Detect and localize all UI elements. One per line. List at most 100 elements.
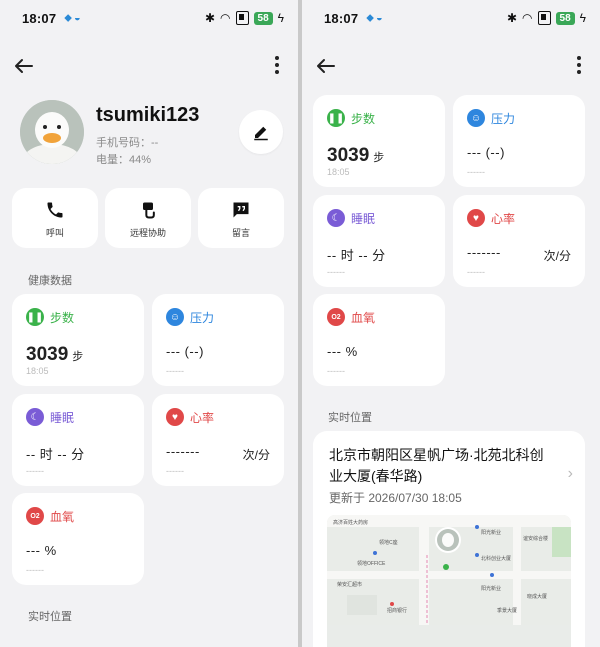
- steps-tile[interactable]: ❚❚ 步数 3039 步 18:05: [12, 294, 144, 386]
- heart-title: 心率: [190, 410, 215, 425]
- heart-sub: ------: [166, 466, 184, 476]
- stress-icon: ☺: [166, 308, 184, 326]
- map-poi: 高济百姓大药房: [333, 520, 369, 526]
- heart-rate-tile[interactable]: ♥ 心率 ------- 次/分 ------: [152, 394, 284, 486]
- spo2-tile[interactable]: O2 血氧 --- % ------: [12, 493, 144, 585]
- map-poi: 季景大厦: [497, 608, 518, 614]
- avatar[interactable]: [20, 100, 84, 164]
- charging-icon: ϟ: [579, 11, 586, 25]
- back-arrow-icon[interactable]: [314, 54, 338, 78]
- sleep-title: 睡眠: [50, 410, 75, 425]
- spo2-sub: ------: [26, 565, 44, 575]
- spo2-sub: ------: [327, 366, 345, 376]
- chevron-right-icon: ›: [567, 465, 573, 482]
- stress-tile[interactable]: ☺ 压力 --- (--) ------: [152, 294, 284, 386]
- stress-value: --- (--): [166, 344, 204, 359]
- more-options-icon[interactable]: [274, 56, 280, 78]
- spo2-tile[interactable]: O2 血氧 --- % ------: [313, 294, 445, 386]
- pencil-icon: [254, 126, 268, 141]
- call-button[interactable]: 呼叫: [12, 188, 98, 248]
- heart-sub: ------: [467, 267, 485, 277]
- remote-assist-label: 远程协助: [129, 228, 166, 238]
- wifi-icon: ◠: [220, 11, 231, 25]
- map-poi: 晓成大厦: [527, 594, 548, 600]
- edit-button[interactable]: [239, 110, 283, 154]
- steps-unit: 步: [373, 152, 385, 164]
- map-poi: 荣安汇超市: [337, 582, 363, 588]
- location-card[interactable]: 北京市朝阳区星帆广场·北苑北科创业大厦(春华路) 更新于 2026/07/30 …: [313, 431, 585, 647]
- heart-unit: 次/分: [242, 448, 270, 462]
- more-options-icon[interactable]: [576, 56, 582, 78]
- heart-title: 心率: [491, 211, 516, 226]
- stress-sub: ------: [166, 366, 184, 376]
- heart-value: -------: [166, 444, 200, 459]
- steps-value: 3039: [26, 344, 69, 365]
- battery-indicator: 58: [253, 11, 273, 25]
- sleep-sub: ------: [26, 466, 44, 476]
- moon-icon: ☾: [26, 408, 44, 426]
- location-address: 北京市朝阳区星帆广场·北苑北科创业大厦(春华路): [329, 447, 544, 484]
- spo2-title: 血氧: [351, 310, 376, 325]
- bluetooth-icon: ✱: [506, 11, 518, 25]
- steps-time: 18:05: [26, 366, 49, 376]
- steps-unit: 步: [72, 351, 84, 363]
- message-button[interactable]: 留言: [198, 188, 284, 248]
- bluetooth-icon: ✱: [204, 11, 216, 25]
- heart-icon: ♥: [166, 408, 184, 426]
- charging-icon: ϟ: [277, 11, 284, 25]
- footprint-icon: ❚❚: [327, 109, 345, 127]
- sleep-tile[interactable]: ☾ 睡眠 -- 时 -- 分 ------: [12, 394, 144, 486]
- location-updated: 更新于 2026/07/30 18:05: [329, 491, 462, 505]
- nfc-icon: [537, 11, 551, 25]
- map-poi: 北科创业大厦: [481, 556, 512, 562]
- footprint-icon: ❚❚: [26, 308, 44, 326]
- steps-title: 步数: [50, 310, 75, 325]
- remote-assist-button[interactable]: 远程协助: [105, 188, 191, 248]
- heart-value: -------: [467, 245, 501, 260]
- location-map[interactable]: 高济百姓大药房 领地C座 阳光新业 领地OFFICE 北科创业大厦 谊安综合楼 …: [327, 515, 571, 647]
- health-section-title: 健康数据: [28, 275, 72, 287]
- stress-tile[interactable]: ☺ 压力 --- (--) ------: [453, 95, 585, 187]
- spo2-title: 血氧: [50, 509, 75, 524]
- steps-tile[interactable]: ❚❚ 步数 3039 步 18:05: [313, 95, 445, 187]
- call-label: 呼叫: [45, 228, 64, 238]
- notification-icons: ⬥◒: [366, 11, 385, 24]
- phone-icon: [47, 202, 63, 218]
- nfc-icon: [235, 11, 249, 25]
- map-poi: 阳光新业: [481, 530, 502, 536]
- heart-icon: ♥: [467, 209, 485, 227]
- stress-value: --- (--): [467, 145, 505, 160]
- steps-value: 3039: [327, 145, 370, 166]
- status-time: 18:07: [22, 10, 57, 26]
- map-poi: 领地C座: [379, 540, 398, 546]
- heart-unit: 次/分: [543, 249, 571, 263]
- moon-icon: ☾: [327, 209, 345, 227]
- spo2-value: --- %: [327, 344, 358, 359]
- message-icon: [233, 202, 249, 218]
- map-poi: 领地OFFICE: [357, 561, 386, 567]
- back-arrow-icon[interactable]: [12, 54, 36, 78]
- status-time: 18:07: [324, 10, 359, 26]
- heart-rate-tile[interactable]: ♥ 心率 ------- 次/分 ------: [453, 195, 585, 287]
- steps-time: 18:05: [327, 167, 350, 177]
- oxygen-icon: O2: [327, 308, 345, 326]
- remote-assist-icon: [143, 202, 155, 219]
- stress-title: 压力: [491, 111, 516, 126]
- sleep-tile[interactable]: ☾ 睡眠 -- 时 -- 分 ------: [313, 195, 445, 287]
- sleep-sub: ------: [327, 267, 345, 277]
- message-label: 留言: [231, 228, 250, 238]
- map-poi: 谊安综合楼: [523, 536, 549, 542]
- status-bar: 18:07 ⬥◒ ✱ ◠ 58 ϟ: [0, 0, 298, 36]
- stress-title: 压力: [190, 310, 215, 325]
- notification-icons: ⬥◒: [64, 11, 83, 24]
- status-bar: 18:07 ⬥◒ ✱ ◠ 58 ϟ: [302, 0, 600, 36]
- map-poi: 招商银行: [387, 608, 408, 614]
- wifi-icon: ◠: [522, 11, 533, 25]
- username: tsumiki123: [96, 104, 200, 126]
- left-screen: 18:07 ⬥◒ ✱ ◠ 58 ϟ tsumiki123 手机号码：-- 电量：…: [0, 0, 298, 647]
- battery-level: 电量：44%: [96, 154, 152, 166]
- sleep-value: -- 时 -- 分: [327, 248, 386, 263]
- stress-icon: ☺: [467, 109, 485, 127]
- sleep-title: 睡眠: [351, 211, 376, 226]
- map-roads: [327, 515, 571, 625]
